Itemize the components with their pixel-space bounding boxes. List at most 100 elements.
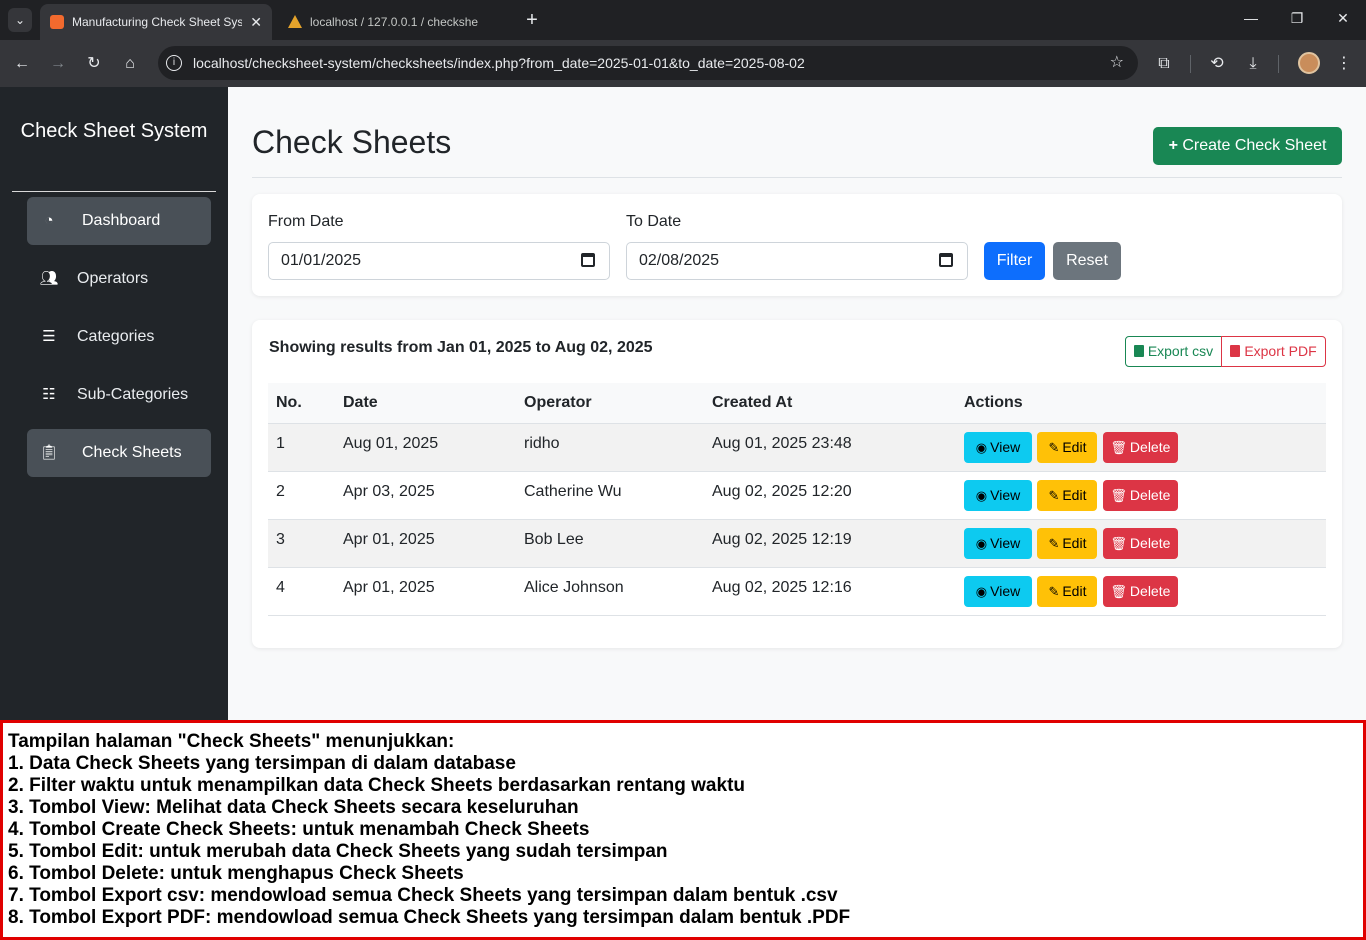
- cell-date: Apr 01, 2025: [335, 519, 516, 568]
- view-button[interactable]: ◉ View: [964, 431, 1032, 463]
- address-bar[interactable]: i localhost/checksheet-system/checksheet…: [158, 46, 1138, 80]
- minimize-icon[interactable]: —: [1241, 10, 1261, 26]
- cell-operator: Catherine Wu: [516, 471, 704, 520]
- new-tab-button[interactable]: +: [520, 8, 544, 32]
- export-csv-label: Export csv: [1147, 343, 1214, 359]
- list-ordered-icon: ☷: [42, 386, 56, 403]
- view-label: View: [990, 438, 1021, 455]
- url-text[interactable]: localhost/checksheet-system/checksheets/…: [193, 46, 805, 80]
- bookmark-star-icon[interactable]: ☆: [1110, 46, 1124, 80]
- results-heading: Showing results from Jan 01, 2025 to Aug…: [269, 339, 653, 356]
- toolbar-divider: [1278, 55, 1279, 73]
- cell-no: 1: [268, 423, 335, 472]
- sidebar-item-label: Categories: [77, 328, 155, 345]
- cell-actions: ◉ View ✎ Edit 🗑︎ Delete: [956, 519, 1326, 568]
- history-icon[interactable]: ⟲: [1205, 52, 1229, 76]
- plus-icon: +: [1168, 137, 1178, 154]
- restore-icon[interactable]: ❐: [1287, 10, 1307, 27]
- table-row: 2 Apr 03, 2025 Catherine Wu Aug 02, 2025…: [268, 471, 1326, 520]
- edit-button[interactable]: ✎ Edit: [1037, 527, 1098, 559]
- table-row: 1 Aug 01, 2025 ridho Aug 01, 2025 23:48 …: [268, 423, 1326, 472]
- browser-tab-inactive[interactable]: localhost / 127.0.0.1 / checkshe: [278, 4, 510, 40]
- home-icon[interactable]: ⌂: [118, 52, 142, 76]
- export-pdf-button[interactable]: Export PDF: [1221, 336, 1326, 367]
- column-header-actions: Actions: [956, 383, 1326, 424]
- back-icon[interactable]: ←: [10, 52, 34, 76]
- column-header-no: No.: [268, 383, 335, 424]
- tab-title: Manufacturing Check Sheet Sys: [72, 15, 242, 29]
- list-icon: ☰: [42, 328, 56, 345]
- sidebar-item-label: Operators: [77, 270, 149, 287]
- annotation-line: 4. Tombol Create Check Sheets: untuk men…: [8, 819, 590, 840]
- annotation-line: 6. Tombol Delete: untuk menghapus Check …: [8, 863, 464, 884]
- to-date-input[interactable]: 02/08/2025: [626, 242, 968, 280]
- sidebar-item-categories[interactable]: ☰ Categories: [27, 313, 211, 361]
- profile-avatar[interactable]: [1298, 52, 1320, 74]
- cell-created-at: Aug 02, 2025 12:16: [704, 567, 956, 616]
- sidebar-item-dashboard[interactable]: ◔ Dashboard: [27, 197, 211, 245]
- export-pdf-label: Export PDF: [1244, 343, 1317, 359]
- filter-button[interactable]: Filter: [984, 242, 1045, 280]
- browser-toolbar: ← → ↻ ⌂ i localhost/checksheet-system/ch…: [0, 40, 1366, 87]
- from-date-value: 01/01/2025: [281, 252, 362, 269]
- trash-icon: 🗑︎: [1110, 439, 1127, 455]
- extensions-icon[interactable]: ⧉: [1152, 52, 1176, 76]
- sidebar-divider: [12, 191, 216, 192]
- view-button[interactable]: ◉ View: [964, 527, 1032, 559]
- cell-operator: ridho: [516, 423, 704, 472]
- browser-tab-bar: ⌄ Manufacturing Check Sheet Sys ✕ localh…: [0, 0, 1366, 40]
- calendar-icon[interactable]: [581, 253, 595, 267]
- tab-search-button[interactable]: ⌄: [8, 8, 32, 32]
- from-date-input[interactable]: 01/01/2025: [268, 242, 610, 280]
- sidebar-item-check-sheets[interactable]: 📋︎ Check Sheets: [27, 429, 211, 477]
- download-icon[interactable]: ⤓: [1241, 52, 1265, 76]
- cell-actions: ◉ View ✎ Edit 🗑︎ Delete: [956, 567, 1326, 616]
- xampp-favicon-icon: [50, 15, 64, 29]
- close-tab-icon[interactable]: ✕: [250, 4, 262, 40]
- browser-tab-active[interactable]: Manufacturing Check Sheet Sys ✕: [40, 4, 272, 40]
- edit-label: Edit: [1062, 438, 1087, 455]
- file-excel-icon: [1133, 345, 1144, 357]
- page-title: Check Sheets: [252, 124, 452, 160]
- forward-icon[interactable]: →: [46, 52, 70, 76]
- create-check-sheet-label: Create Check Sheet: [1182, 137, 1327, 154]
- edit-button[interactable]: ✎ Edit: [1037, 431, 1098, 463]
- cell-created-at: Aug 01, 2025 23:48: [704, 423, 956, 472]
- site-info-icon[interactable]: i: [166, 55, 182, 71]
- menu-kebab-icon[interactable]: ⋮: [1332, 52, 1356, 76]
- sidebar-item-label: Dashboard: [82, 212, 161, 229]
- eye-icon: ◉: [975, 535, 988, 551]
- export-csv-button[interactable]: Export csv: [1125, 336, 1222, 367]
- delete-button[interactable]: 🗑︎ Delete: [1102, 431, 1178, 463]
- reload-icon[interactable]: ↻: [82, 52, 106, 76]
- sidebar-item-sub-categories[interactable]: ☷ Sub-Categories: [27, 371, 211, 419]
- edit-icon: ✎: [1048, 439, 1060, 455]
- clipboard-icon: 📋︎: [39, 444, 59, 461]
- cell-actions: ◉ View ✎ Edit 🗑︎ Delete: [956, 423, 1326, 472]
- view-label: View: [990, 534, 1021, 551]
- delete-button[interactable]: 🗑︎ Delete: [1102, 575, 1178, 607]
- phpmyadmin-favicon-icon: [288, 15, 302, 28]
- close-window-icon[interactable]: ✕: [1333, 10, 1353, 27]
- view-button[interactable]: ◉ View: [964, 575, 1032, 607]
- view-button[interactable]: ◉ View: [964, 479, 1032, 511]
- cell-operator: Alice Johnson: [516, 567, 704, 616]
- trash-icon: 🗑︎: [1110, 535, 1127, 551]
- delete-button[interactable]: 🗑︎ Delete: [1102, 479, 1178, 511]
- reset-button[interactable]: Reset: [1053, 242, 1121, 280]
- create-check-sheet-button[interactable]: + Create Check Sheet: [1153, 127, 1342, 165]
- title-divider: [252, 177, 1342, 178]
- sidebar-item-label: Check Sheets: [82, 444, 182, 461]
- delete-button[interactable]: 🗑︎ Delete: [1102, 527, 1178, 559]
- annotation-line: 2. Filter waktu untuk menampilkan data C…: [8, 775, 746, 796]
- annotation-line: 5. Tombol Edit: untuk merubah data Check…: [8, 841, 668, 862]
- to-date-label: To Date: [626, 213, 682, 230]
- calendar-icon[interactable]: [939, 253, 953, 267]
- edit-icon: ✎: [1048, 583, 1060, 599]
- delete-label: Delete: [1129, 486, 1171, 503]
- edit-button[interactable]: ✎ Edit: [1037, 575, 1098, 607]
- sidebar-item-operators[interactable]: 👥︎ Operators: [27, 255, 211, 303]
- edit-button[interactable]: ✎ Edit: [1037, 479, 1098, 511]
- trash-icon: 🗑︎: [1110, 487, 1127, 503]
- annotation-line: Tampilan halaman "Check Sheets" menunjuk…: [8, 731, 455, 752]
